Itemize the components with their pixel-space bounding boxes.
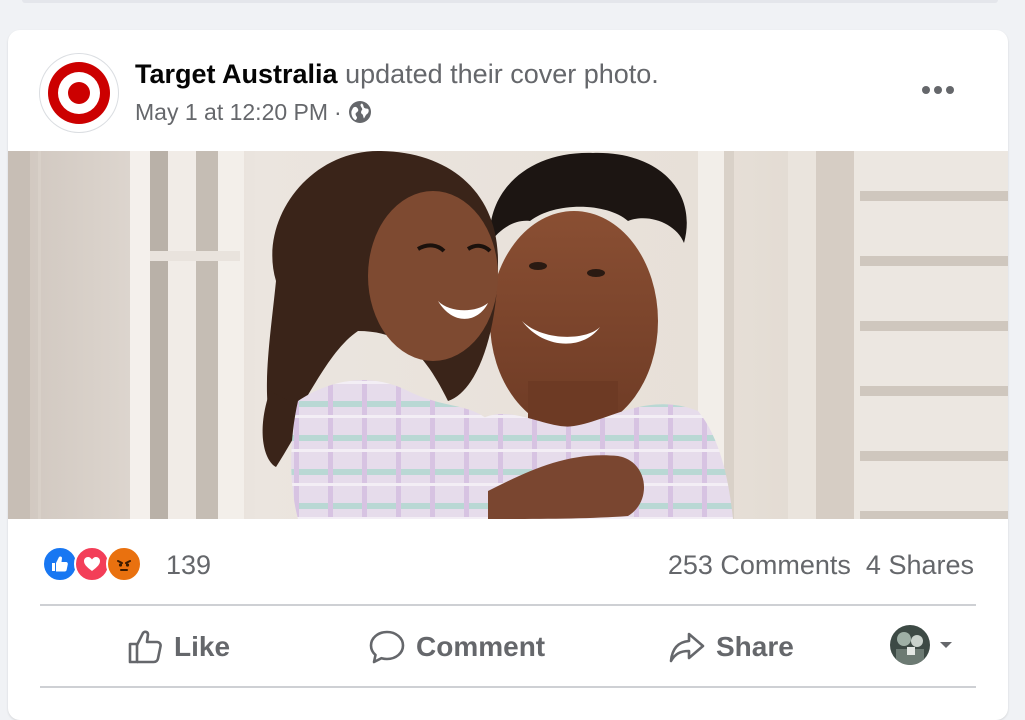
more-options-icon: [922, 86, 954, 94]
post-actions-bar: Like Comment Share: [40, 608, 976, 686]
like-button[interactable]: Like: [126, 608, 230, 686]
share-button-label: Share: [716, 631, 794, 662]
post-timestamp[interactable]: May 1 at 12:20 PM: [135, 97, 328, 127]
cover-photo-image: [8, 151, 1008, 519]
actions-divider-bottom: [40, 686, 976, 688]
share-arrow-icon: [669, 632, 705, 663]
comment-button[interactable]: Comment: [368, 608, 545, 686]
cover-photo[interactable]: [8, 151, 1008, 519]
like-reaction-icon: [42, 546, 78, 582]
page-name-link[interactable]: Target Australia: [135, 59, 338, 89]
globe-icon: [348, 101, 371, 123]
comment-button-label: Comment: [416, 631, 546, 662]
reactions-summary: 139 253 Comments 4 Shares: [8, 540, 1008, 590]
target-logo-icon: [48, 62, 110, 124]
meta-separator: ·: [334, 99, 342, 125]
angry-reaction-icon: [106, 546, 142, 582]
comments-count-link[interactable]: 253 Comments: [668, 550, 851, 580]
love-reaction-icon: [74, 546, 110, 582]
user-avatar: [890, 625, 930, 665]
share-button[interactable]: Share: [668, 608, 794, 686]
post-meta: May 1 at 12:20 PM ·: [135, 97, 372, 127]
like-button-label: Like: [174, 631, 231, 662]
post-action-text: updated their cover photo.: [337, 59, 659, 89]
engagement-counts: 253 Comments 4 Shares: [668, 548, 974, 582]
shares-count-link[interactable]: 4 Shares: [866, 550, 974, 580]
actions-divider-top: [40, 604, 976, 606]
comment-bubble-icon: [369, 630, 405, 664]
post-title: Target Australia updated their cover pho…: [135, 57, 659, 91]
feed-post-card: Target Australia updated their cover pho…: [8, 30, 1008, 720]
more-options-button[interactable]: [914, 74, 962, 106]
caret-down-icon: [940, 642, 952, 648]
page-avatar[interactable]: [40, 54, 118, 132]
reaction-icons[interactable]: [42, 546, 142, 582]
thumbs-up-icon: [128, 630, 162, 664]
reaction-count[interactable]: 139: [166, 548, 211, 582]
previous-card-edge: [22, 0, 998, 3]
react-as-selector[interactable]: [890, 625, 956, 665]
post-header: Target Australia updated their cover pho…: [8, 30, 1008, 151]
